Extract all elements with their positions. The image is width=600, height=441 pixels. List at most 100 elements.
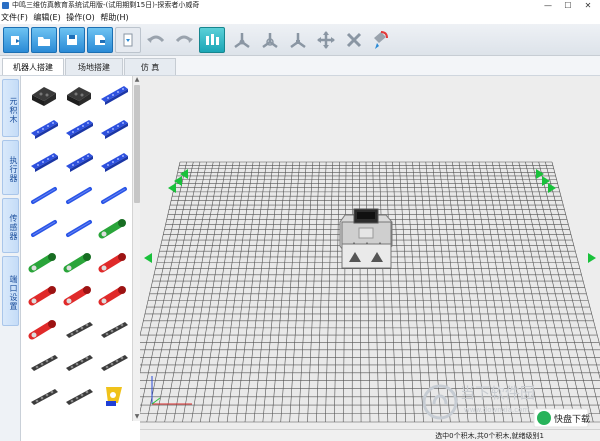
palette-part-gray-beam[interactable] (98, 347, 130, 375)
axis-move-button[interactable] (229, 27, 255, 53)
palette-part-red-motor[interactable] (63, 280, 95, 308)
delete-part-icon (346, 32, 362, 48)
menu-help[interactable]: 帮助(H) (99, 11, 130, 24)
redo-button[interactable] (171, 27, 197, 53)
pan-icon (317, 31, 335, 49)
palette-part-blue-beam[interactable] (98, 113, 130, 141)
axis-rotate-button[interactable] (257, 27, 283, 53)
save-button[interactable] (59, 27, 85, 53)
download-button[interactable] (115, 27, 141, 53)
blue-beam-icon (66, 153, 93, 172)
paint-button[interactable] (367, 27, 393, 53)
edge-marker (144, 253, 152, 263)
palette-part-red-motor[interactable] (98, 280, 130, 308)
gray-beam-icon (31, 355, 58, 371)
palette-part-red-motor[interactable] (98, 247, 130, 275)
blue-beam-icon (101, 119, 128, 139)
menu-operate[interactable]: 操作(O) (65, 11, 97, 24)
save-as-button[interactable] (87, 27, 113, 53)
palette-part-blue-rod[interactable] (63, 180, 95, 208)
red-motor-icon (63, 286, 91, 306)
palette-part-blue-rod[interactable] (98, 180, 130, 208)
blue-rod-icon (101, 186, 127, 204)
tab-basic-blocks[interactable]: 元积木 (2, 79, 19, 137)
palette-part-blue-beam[interactable] (63, 113, 95, 141)
edge-marker (168, 183, 176, 193)
gray-beam-icon (101, 355, 128, 371)
palette-part-gray-beam[interactable] (63, 347, 95, 375)
watermark: 当下软件园 www.downxia.com 快盘下载 (420, 372, 590, 428)
axis-scale-button[interactable] (285, 27, 311, 53)
palette-part-green-motor[interactable] (63, 247, 95, 275)
palette-part-blue-beam[interactable] (98, 146, 130, 174)
assembly-button[interactable] (199, 27, 225, 53)
tab-port-settings[interactable]: 端口设置 (2, 256, 19, 326)
blue-beam-icon (66, 119, 93, 139)
red-motor-icon (28, 286, 56, 306)
yellow-part-icon (106, 386, 122, 406)
palette-part-green-motor[interactable] (98, 213, 130, 241)
redo-icon (175, 35, 193, 43)
axis-rotate-icon (262, 33, 278, 49)
palette-part-gray-beam[interactable] (28, 347, 60, 375)
tab-field-build[interactable]: 场地搭建 (65, 58, 123, 75)
menu-file[interactable]: 文件(F) (0, 11, 30, 24)
red-motor-icon (98, 286, 126, 306)
palette-part-dark-block[interactable] (63, 79, 95, 107)
watermark-badge: 快盘下载 (554, 413, 590, 425)
gray-beam-icon (66, 355, 93, 371)
palette-part-blue-plate[interactable] (98, 79, 130, 107)
palette-part-blue-beam[interactable] (28, 146, 60, 174)
blue-rod-icon (31, 186, 57, 204)
maximize-button[interactable]: ☐ (560, 0, 576, 11)
tab-actuators[interactable]: 执行器 (2, 140, 19, 195)
palette-part-red-motor[interactable] (28, 314, 60, 342)
palette-part-gray-beam[interactable] (63, 314, 95, 342)
axis-scale-icon (290, 33, 306, 49)
open-folder-icon (38, 37, 50, 46)
gray-beam-icon (31, 388, 58, 405)
watermark-text: 当下软件园 (460, 384, 535, 402)
blue-plate-icon (101, 86, 128, 105)
palette-part-blue-rod[interactable] (28, 180, 60, 208)
red-motor-icon (28, 319, 56, 339)
status-text: 选中0个积木,共0个积木,就绪级别1 (435, 432, 544, 440)
open-button[interactable] (31, 27, 57, 53)
palette-part-blue-beam[interactable] (63, 146, 95, 174)
menu-edit[interactable]: 编辑(E) (32, 11, 62, 24)
blue-beam-icon (31, 153, 58, 172)
blue-rod-icon (66, 186, 92, 204)
parts-palette (22, 76, 132, 441)
minimize-button[interactable]: — (540, 0, 556, 11)
palette-part-blue-rod[interactable] (63, 213, 95, 241)
robot-controller (339, 208, 393, 269)
green-motor-icon (28, 252, 56, 272)
paint-icon (374, 31, 388, 49)
pan-button[interactable] (313, 27, 339, 53)
close-button[interactable]: ✕ (580, 0, 596, 11)
delete-part-button[interactable] (341, 27, 367, 53)
palette-part-yellow-part[interactable] (98, 381, 130, 409)
palette-part-blue-rod[interactable] (28, 213, 60, 241)
palette-part-red-motor[interactable] (28, 280, 60, 308)
new-file-button[interactable] (3, 27, 29, 53)
gray-beam-icon (66, 388, 93, 405)
tab-robot-build[interactable]: 机器人搭建 (2, 58, 64, 75)
palette-part-dark-block[interactable] (28, 79, 60, 107)
palette-part-green-motor[interactable] (28, 247, 60, 275)
tab-simulation[interactable]: 仿 真 (124, 58, 176, 75)
palette-part-blue-plate[interactable] (28, 113, 60, 141)
green-motor-icon (63, 252, 91, 272)
palette-part-gray-beam[interactable] (98, 314, 130, 342)
palette-part-gray-beam[interactable] (63, 381, 95, 409)
window-title: 中鸣三维仿真教育系统试用版-(试用期剩15日)-探索者小威奇 (12, 1, 200, 9)
status-bar: 选中0个积木,共0个积木,就绪级别1 (140, 429, 600, 441)
palette-part-gray-beam[interactable] (28, 381, 60, 409)
palette-scrollbar[interactable]: ▲ ▼ (132, 76, 140, 421)
category-tabs: 元积木 执行器 传感器 端口设置 (0, 76, 21, 441)
app-window: 中鸣三维仿真教育系统试用版-(试用期剩15日)-探索者小威奇 — ☐ ✕ 文件(… (0, 0, 600, 441)
tab-sensors[interactable]: 传感器 (2, 198, 19, 253)
save-icon (67, 35, 77, 45)
undo-button[interactable] (143, 27, 169, 53)
save-as-icon (95, 35, 105, 45)
